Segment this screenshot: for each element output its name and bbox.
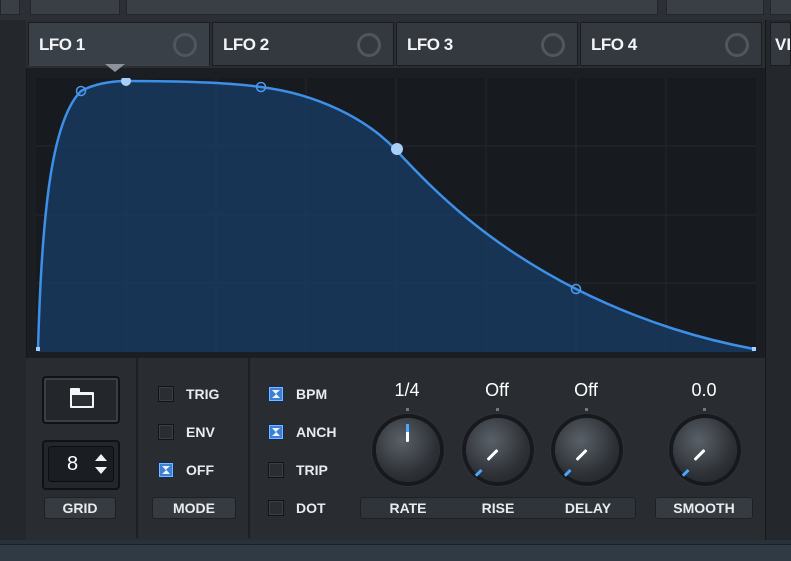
top-strip — [0, 0, 791, 20]
folder-icon — [70, 388, 94, 408]
lfo-tab-bar: LFO 1 LFO 2 LFO 3 LFO 4 — [26, 20, 765, 72]
top-strip-segment — [0, 0, 20, 15]
grid-label: GRID — [44, 497, 116, 519]
lfo-activity-ring-icon — [541, 33, 565, 57]
section-divider — [248, 358, 250, 538]
browse-presets-button[interactable] — [42, 376, 120, 424]
lfo-activity-ring-icon — [357, 33, 381, 57]
top-strip-segment — [666, 0, 764, 15]
tab-label: LFO 4 — [591, 35, 637, 54]
tab-label: LFO 2 — [223, 35, 269, 54]
tab-label: LFO 3 — [407, 35, 453, 54]
mode-off-checkbox[interactable] — [158, 462, 174, 478]
tab-lfo-1[interactable]: LFO 1 — [28, 22, 210, 72]
bpm-checkbox[interactable] — [268, 386, 284, 402]
grid-value: 8 — [67, 453, 79, 475]
rise-label: RISE — [481, 500, 515, 516]
left-panel — [0, 20, 27, 540]
tab-lfo-2[interactable]: LFO 2 — [212, 22, 394, 66]
mode-env-label: ENV — [186, 424, 215, 440]
smooth-label: SMOOTH — [655, 497, 753, 519]
rise-knob-indicator — [486, 448, 499, 461]
trip-label: TRIP — [296, 462, 328, 478]
curve-endpoint[interactable] — [752, 347, 756, 351]
tab-label: VI — [775, 35, 791, 54]
bottom-strip-bar — [0, 544, 791, 561]
lfo-activity-ring-icon — [725, 33, 749, 57]
delay-label: DELAY — [564, 500, 612, 516]
grid-size-stepper[interactable]: 8 — [48, 446, 114, 482]
knob-tick — [496, 408, 499, 411]
dot-checkbox[interactable] — [268, 500, 284, 516]
knob-tick — [585, 408, 588, 411]
chevron-down-icon[interactable] — [95, 467, 107, 474]
active-tab-pointer-icon — [105, 64, 125, 72]
right-panel — [765, 20, 791, 540]
tab-lfo-4[interactable]: LFO 4 — [580, 22, 762, 66]
curve-point[interactable] — [391, 143, 403, 155]
tab-label: LFO 1 — [39, 35, 85, 54]
anch-checkbox[interactable] — [268, 424, 284, 440]
mode-trig-label: TRIG — [186, 386, 220, 402]
top-strip-segment — [770, 0, 791, 15]
stepper-arrows[interactable] — [95, 454, 107, 474]
knob-tick — [703, 408, 706, 411]
knob-tick — [406, 408, 409, 411]
lfo-activity-ring-icon — [173, 33, 197, 57]
trip-checkbox[interactable] — [268, 462, 284, 478]
smooth-knob-indicator — [693, 448, 706, 461]
mode-label: MODE — [152, 497, 236, 519]
lfo-curve-svg[interactable] — [36, 78, 756, 352]
rate-value: 1/4 — [394, 380, 420, 400]
curve-endpoint[interactable] — [36, 347, 40, 351]
mode-env-checkbox[interactable] — [158, 424, 174, 440]
section-divider — [136, 358, 138, 538]
lfo-curve-editor[interactable] — [36, 78, 756, 352]
mode-trig-checkbox[interactable] — [158, 386, 174, 402]
tab-next-partial[interactable]: VI — [770, 22, 791, 66]
dot-label: DOT — [296, 500, 326, 516]
anch-label: ANCH — [296, 424, 337, 440]
rate-label: RATE — [389, 500, 427, 516]
rise-value: Off — [485, 380, 509, 400]
top-strip-segment — [126, 0, 658, 15]
smooth-value: 0.0 — [691, 380, 717, 400]
tab-lfo-3[interactable]: LFO 3 — [396, 22, 578, 66]
rate-knob-arc — [406, 424, 409, 432]
delay-knob-indicator — [575, 448, 588, 461]
bottom-strip — [0, 540, 791, 561]
chevron-up-icon[interactable] — [95, 454, 107, 461]
delay-value: Off — [574, 380, 598, 400]
mode-off-label: OFF — [186, 462, 214, 478]
bpm-label: BPM — [296, 386, 328, 402]
top-strip-segment — [30, 0, 120, 15]
